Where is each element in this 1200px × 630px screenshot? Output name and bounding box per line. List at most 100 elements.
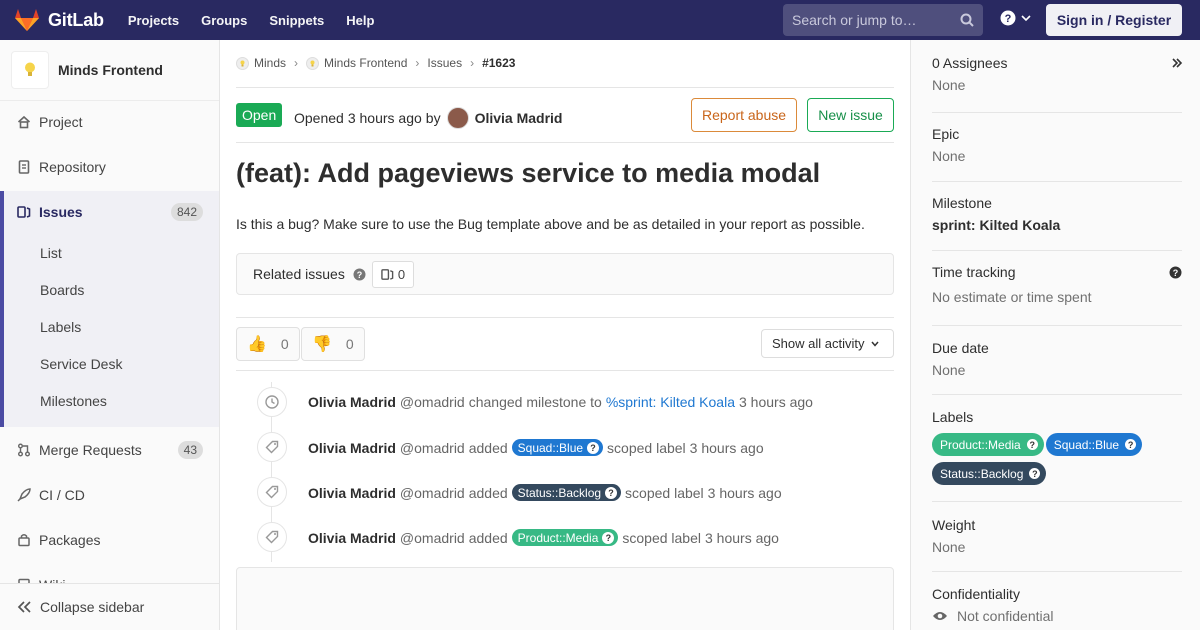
sign-in-button[interactable]: Sign in / Register bbox=[1046, 4, 1182, 36]
assignees-block: 0 Assignees None bbox=[932, 55, 1182, 93]
new-issue-button[interactable]: New issue bbox=[807, 98, 894, 132]
nav-link-snippets[interactable]: Snippets bbox=[269, 13, 324, 28]
breadcrumb-item-minds[interactable]: Minds bbox=[236, 56, 286, 70]
eye-icon bbox=[933, 612, 947, 620]
milestone-value[interactable]: sprint: Kilted Koala bbox=[932, 217, 1182, 233]
weight-title: Weight bbox=[932, 517, 976, 533]
nav-link-groups[interactable]: Groups bbox=[201, 13, 247, 28]
breadcrumb-label: Minds bbox=[254, 56, 287, 70]
sidebar-item-project[interactable]: Project bbox=[0, 102, 219, 142]
confidentiality-title: Confidentiality bbox=[932, 586, 1020, 602]
note-handle[interactable]: @omadrid bbox=[400, 440, 465, 456]
divider bbox=[932, 501, 1182, 502]
sidebar-subitem-boards[interactable]: Boards bbox=[40, 282, 84, 298]
scoped-label-product-media[interactable]: Product::Media ? bbox=[511, 529, 619, 546]
thumbs-up-button[interactable]: 👍 0 bbox=[236, 327, 300, 361]
search-input[interactable]: Search or jump to… bbox=[783, 4, 983, 36]
opened-time: 3 hours ago bbox=[347, 110, 422, 126]
search-placeholder: Search or jump to… bbox=[792, 12, 917, 28]
sidebar-item-repository[interactable]: Repository bbox=[0, 147, 219, 187]
search-icon bbox=[960, 13, 974, 27]
labels-block: Labels Product::Media ? Squad::Blue ? St… bbox=[932, 409, 1182, 491]
sidebar-subitem-list[interactable]: List bbox=[40, 245, 62, 261]
question-circle-icon: ? bbox=[1026, 439, 1038, 450]
report-abuse-button[interactable]: Report abuse bbox=[691, 98, 797, 132]
author-name[interactable]: Olivia Madrid bbox=[475, 110, 563, 126]
thumbs-up-count: 0 bbox=[280, 336, 289, 352]
breadcrumb-item-minds-frontend[interactable]: Minds Frontend bbox=[306, 56, 407, 70]
gitlab-tanuki-icon bbox=[15, 9, 39, 31]
nav-links: Projects Groups Snippets Help bbox=[128, 13, 397, 28]
due-date-title: Due date bbox=[932, 340, 989, 356]
divider bbox=[932, 181, 1182, 182]
sidebar-item-label: Merge Requests bbox=[39, 442, 142, 458]
tag-icon bbox=[257, 432, 287, 462]
nav-link-help[interactable]: Help bbox=[346, 13, 374, 28]
note-handle[interactable]: @omadrid bbox=[400, 530, 465, 546]
scoped-label-squad-blue[interactable]: Squad::Blue ? bbox=[511, 439, 604, 456]
activity-filter-dropdown[interactable]: Show all activity bbox=[761, 329, 894, 358]
note-handle[interactable]: @omadrid bbox=[400, 485, 465, 501]
double-chevron-right-icon[interactable] bbox=[1171, 57, 1183, 69]
epic-value: None bbox=[932, 148, 966, 164]
sidebar-subitem-milestones[interactable]: Milestones bbox=[40, 393, 107, 409]
breadcrumb-item-issues[interactable]: Issues bbox=[427, 56, 462, 70]
milestone-link[interactable]: %sprint: Kilted Koala bbox=[606, 394, 735, 410]
sidebar-item-ci-cd[interactable]: CI / CD bbox=[0, 475, 219, 515]
sidebar-item-packages[interactable]: Packages bbox=[0, 520, 219, 560]
opened-prefix: Opened bbox=[294, 110, 344, 126]
issue-title: (feat): Add pageviews service to media m… bbox=[236, 158, 821, 188]
project-header[interactable]: Minds Frontend bbox=[0, 40, 219, 101]
note-body: Olivia Madrid @omadrid added Squad::Blue… bbox=[308, 439, 764, 456]
label-text: Product::Media bbox=[940, 437, 1021, 452]
related-issues-label: Related issues bbox=[253, 266, 345, 282]
group-avatar bbox=[236, 56, 249, 70]
left-sidebar: Minds Frontend Project Repository Issues… bbox=[0, 40, 220, 630]
milestone-block: Milestone sprint: Kilted Koala bbox=[932, 195, 1182, 233]
label-pill-squad-blue[interactable]: Squad::Blue ? bbox=[1045, 433, 1143, 456]
thumbs-down-button[interactable]: 👎 0 bbox=[301, 327, 365, 361]
divider bbox=[932, 325, 1182, 326]
note-author[interactable]: Olivia Madrid bbox=[308, 394, 396, 410]
breadcrumb-item-issue-id[interactable]: #1623 bbox=[482, 56, 515, 70]
issue-description: Is this a bug? Make sure to use the Bug … bbox=[236, 216, 865, 232]
due-date-block: Due date None bbox=[932, 340, 1182, 378]
divider bbox=[932, 250, 1182, 251]
sidebar-subitem-service-desk[interactable]: Service Desk bbox=[40, 356, 122, 372]
avatar[interactable] bbox=[446, 107, 469, 129]
sidebar-subitem-labels[interactable]: Labels bbox=[40, 319, 81, 335]
label-pill-status-backlog[interactable]: Status::Backlog ? bbox=[932, 462, 1047, 485]
note-action: added bbox=[468, 439, 508, 456]
note-author[interactable]: Olivia Madrid bbox=[308, 485, 396, 501]
question-circle-icon: ? bbox=[602, 531, 615, 544]
comment-form[interactable] bbox=[236, 567, 894, 630]
confidentiality-value: Not confidential bbox=[957, 608, 1054, 624]
note-author[interactable]: Olivia Madrid bbox=[308, 440, 396, 456]
gitlab-logo[interactable]: GitLab bbox=[14, 8, 104, 32]
sidebar-item-merge-requests[interactable]: Merge Requests 43 bbox=[0, 430, 219, 470]
assignees-title: 0 Assignees bbox=[932, 55, 1008, 71]
note-author[interactable]: Olivia Madrid bbox=[308, 530, 396, 546]
project-name: Minds Frontend bbox=[58, 62, 163, 78]
question-circle-icon[interactable]: ? bbox=[1169, 266, 1182, 279]
time-tracking-value: No estimate or time spent bbox=[932, 289, 1092, 305]
right-sidebar: 0 Assignees None Epic None Milestone spr… bbox=[910, 40, 1200, 630]
issue-opened-meta: Opened 3 hours ago by Olivia Madrid bbox=[294, 107, 563, 129]
timeline-note: Olivia Madrid @omadrid added Product::Me… bbox=[236, 516, 894, 556]
issue-main: Minds › Minds Frontend › Issues › #1623 … bbox=[236, 40, 894, 630]
nav-link-projects[interactable]: Projects bbox=[128, 13, 179, 28]
help-dropdown[interactable]: ? bbox=[1000, 10, 1032, 26]
question-circle-icon: ? bbox=[1125, 439, 1137, 450]
note-handle[interactable]: @omadrid bbox=[400, 394, 465, 410]
scoped-label-status-backlog[interactable]: Status::Backlog ? bbox=[511, 484, 622, 501]
question-circle-icon[interactable]: ? bbox=[353, 268, 366, 281]
tag-icon bbox=[257, 522, 287, 552]
chevron-down-icon bbox=[871, 341, 880, 347]
milestone-title: Milestone bbox=[932, 195, 992, 211]
labels-list: Product::Media ? Squad::Blue ? Status::B… bbox=[932, 433, 1172, 491]
project-avatar bbox=[11, 51, 49, 89]
label-pill-product-media[interactable]: Product::Media ? bbox=[932, 433, 1044, 456]
collapse-sidebar-button[interactable]: Collapse sidebar bbox=[0, 583, 219, 630]
sidebar-item-label: Repository bbox=[39, 159, 106, 175]
sidebar-item-issues[interactable]: Issues 842 bbox=[0, 192, 219, 232]
